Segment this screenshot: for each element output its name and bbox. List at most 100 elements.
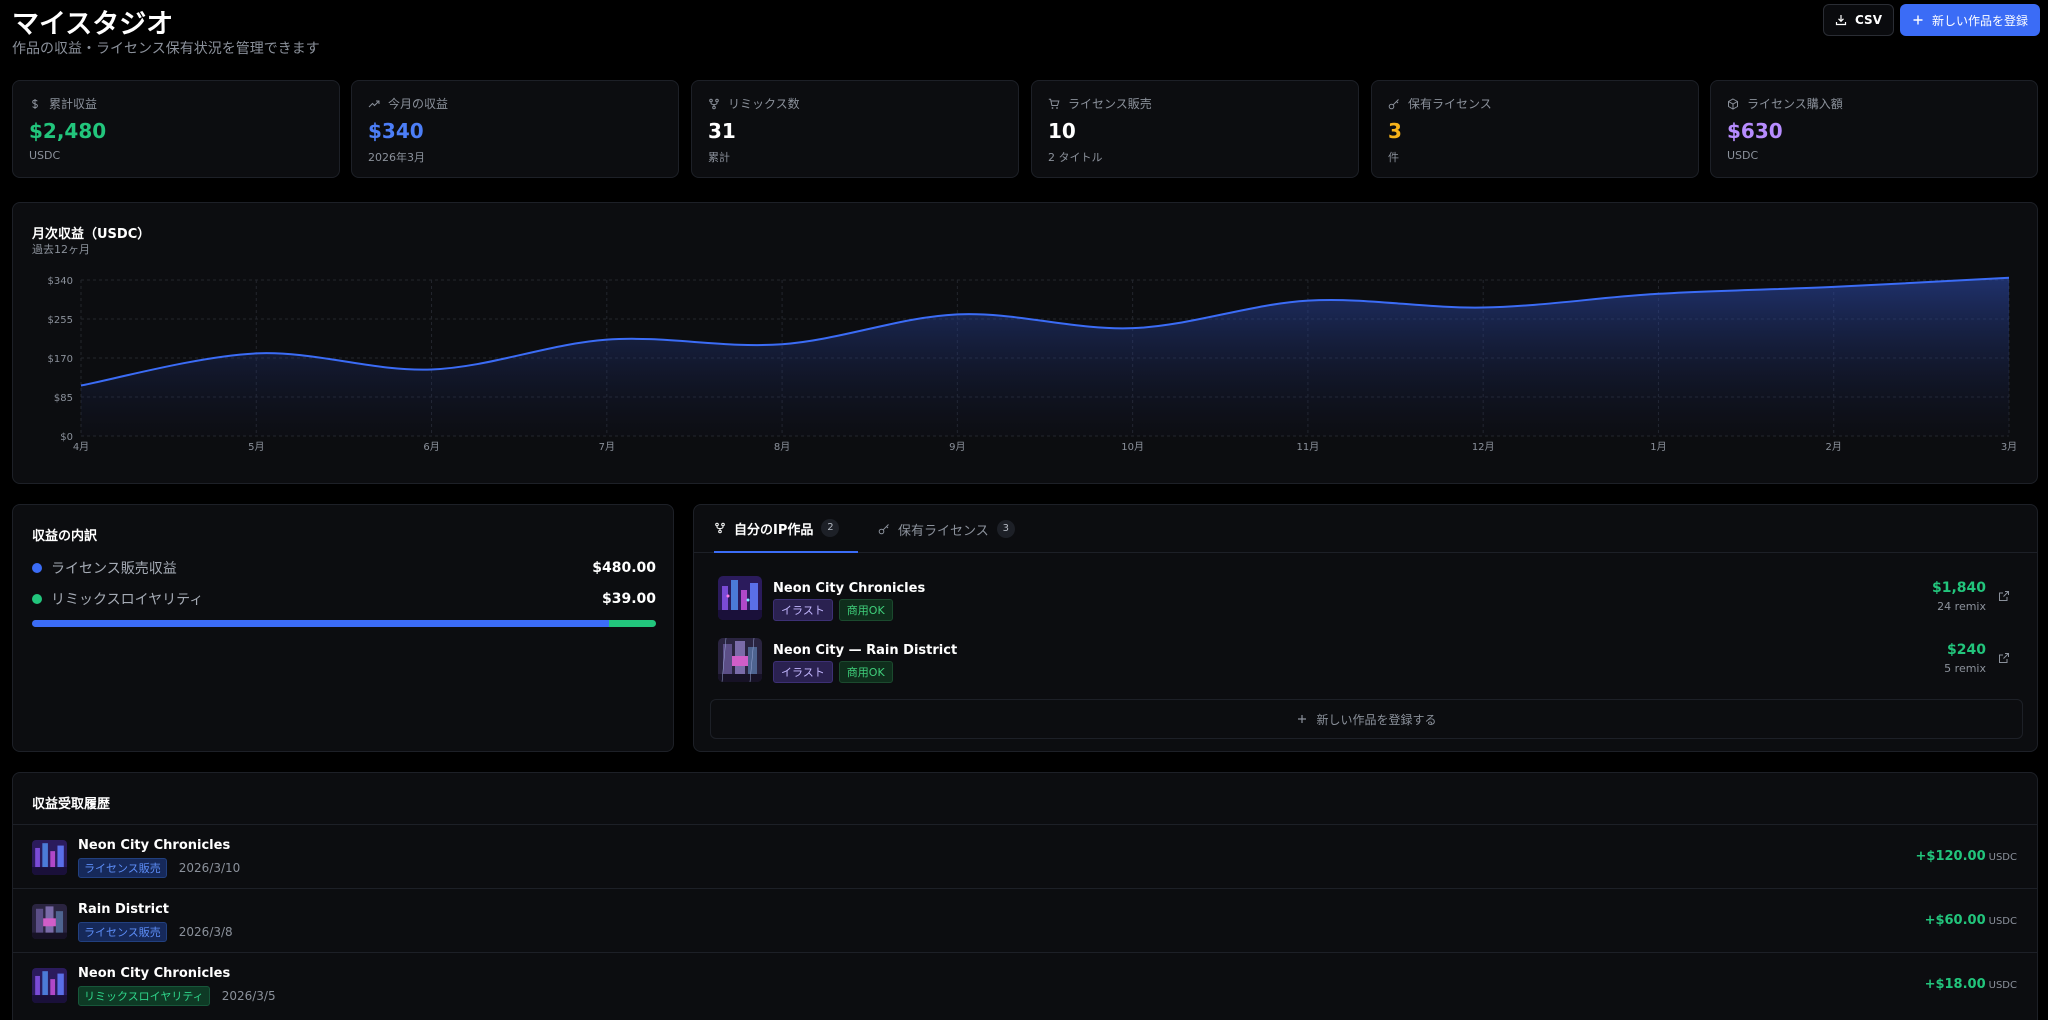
stat-label: リミックス数 [728,97,800,111]
works-panel: 自分のIP作品 2 保有ライセンス 3 Neon City Chronicles… [693,504,2038,752]
breakdown-value: $39.00 [601,591,656,607]
external-link-icon[interactable] [1998,590,2010,602]
work-name: Neon City Chronicles [773,581,926,596]
stat-value: $2,480 [29,119,107,143]
breakdown-title: 収益の内訳 [32,529,98,544]
y-tick-label: $0 [60,432,73,443]
breakdown-label: リミックスロイヤリティ [51,592,204,608]
page-title: マイスタジオ [12,9,174,40]
stat-card-monthly-revenue: 今月の収益 $340 2026年3月 [351,80,679,178]
dollar-icon [32,98,38,109]
tab-label: 自分のIP作品 [734,522,814,538]
x-tick-label: 10月 [1121,441,1144,453]
work-thumbnail [718,638,762,682]
history-amount: +$60.00 USDC [1925,913,2017,928]
history-work-name: Rain District [78,902,170,917]
stat-value: $340 [368,119,424,143]
tab-count-badge: 2 [821,519,840,537]
stat-sub: 2 タイトル [1048,151,1103,164]
stat-label: 保有ライセンス [1408,97,1492,111]
work-revenue: $240 [1947,642,1986,658]
external-link-icon[interactable] [1998,652,2010,664]
breakdown-label: ライセンス販売収益 [51,561,177,577]
work-thumbnail [718,576,762,620]
stat-card-owned-licenses: 保有ライセンス 3 件 [1371,80,1699,178]
stat-label: 累計収益 [49,97,98,111]
work-item[interactable]: Neon City Chronicles イラスト 商用OK $1,840 24… [718,576,2018,624]
work-remix-count: 24 remix [1937,600,1986,613]
amount-value: +$18.00 [1924,977,1986,992]
breakdown-item-license-sales: ライセンス販売収益 $480.00 [32,559,656,577]
tab-my-ip-works[interactable]: 自分のIP作品 2 [714,505,859,553]
history-thumbnail [32,840,67,875]
tab-count-badge: 3 [996,520,1015,538]
stat-value: 3 [1388,119,1402,143]
history-row[interactable]: Neon City Chronicles リミックスロイヤリティ 2026/3/… [13,952,2037,1016]
revenue-area-fill [81,277,2009,436]
history-amount: +$18.00 USDC [1925,977,2017,992]
breakdown-item-remix-royalty: リミックスロイヤリティ $39.00 [32,590,656,608]
csv-export-button[interactable]: CSV [1823,4,1894,36]
stat-sub: 件 [1388,151,1399,164]
x-tick-label: 4月 [73,441,89,453]
stat-sub: 累計 [708,151,730,164]
work-name: Neon City — Rain District [773,643,958,658]
history-date: 2026/3/8 [178,925,233,939]
revenue-history-card: 収益受取履歴 Neon City Chronicles ライセンス販売 2026… [12,772,2038,1020]
history-type-tag: ライセンス販売 [78,858,167,878]
tab-label: 保有ライセンス [898,523,989,539]
x-tick-label: 1月 [1650,441,1666,453]
history-row[interactable]: Neon City Chronicles ライセンス販売 2026/3/10 +… [13,824,2037,888]
key-icon [1388,98,1399,109]
commercial-ok-tag: 商用OK [838,661,893,683]
works-tabbar: 自分のIP作品 2 保有ライセンス 3 [694,505,2037,553]
history-title: 収益受取履歴 [32,797,111,812]
breakdown-value: $480.00 [592,560,656,576]
stat-card-total-revenue: 累計収益 $2,480 USDC [12,80,340,178]
page-header: マイスタジオ 作品の収益・ライセンス保有状況を管理できます CSV 新しい作品を… [12,0,2040,64]
y-tick-label: $340 [48,276,73,287]
git-fork-icon [709,98,719,109]
stat-label: 今月の収益 [388,97,449,111]
x-tick-label: 3月 [2001,441,2017,453]
monthly-revenue-chart: $0 $85 $170 $255 $340 4月 5月 6月 7月 8月 9月 10月 11月 12月 1月… [48,276,2018,453]
stat-sub: USDC [29,149,61,162]
amount-value: +$60.00 [1924,913,1986,928]
history-type-tag: ライセンス販売 [78,922,167,942]
stat-value: $630 [1727,119,1783,143]
add-new-work-button[interactable]: 新しい作品を登録する [710,699,2023,739]
stat-value: 31 [708,119,736,143]
cart-icon [1048,98,1060,109]
category-tag: イラスト [773,661,833,683]
add-new-work-label: 新しい作品を登録する [1316,712,1437,727]
x-tick-label: 8月 [774,441,790,453]
legend-dot-blue [32,563,42,573]
plus-icon [1298,715,1307,723]
legend-dot-green [32,594,42,604]
x-tick-label: 11月 [1297,441,1320,453]
commercial-ok-tag: 商用OK [838,599,893,621]
revenue-breakdown-card: 収益の内訳 ライセンス販売収益 $480.00 リミックスロイヤリティ $39.… [12,504,674,752]
x-tick-label: 7月 [599,441,615,453]
history-date: 2026/3/5 [221,989,276,1003]
share-segment-license [32,620,610,627]
y-tick-label: $170 [48,354,73,365]
trending-up-icon [368,100,380,107]
plus-icon [1913,15,1923,25]
breakdown-share-bar [32,620,656,627]
download-icon [1835,15,1847,26]
work-revenue: $1,840 [1931,580,1986,596]
stat-value: 10 [1048,119,1076,143]
history-row[interactable]: Rain District ライセンス販売 2026/3/8 +$60.00 US… [13,888,2037,952]
git-fork-icon [715,522,725,534]
page-subtitle: 作品の収益・ライセンス保有状況を管理できます [12,41,320,57]
stat-card-license-purchase-amount: ライセンス購入額 $630 USDC [1710,80,2038,178]
package-icon [1728,97,1738,110]
history-work-name: Neon City Chronicles [78,966,231,981]
stat-sub: 2026年3月 [368,151,425,164]
work-item[interactable]: Neon City — Rain District イラスト 商用OK $240… [718,638,2018,686]
tab-owned-licenses[interactable]: 保有ライセンス 3 [878,505,1015,553]
register-new-work-button[interactable]: 新しい作品を登録 [1900,4,2040,36]
history-work-name: Neon City Chronicles [78,838,231,853]
stat-label: ライセンス販売 [1068,97,1152,111]
